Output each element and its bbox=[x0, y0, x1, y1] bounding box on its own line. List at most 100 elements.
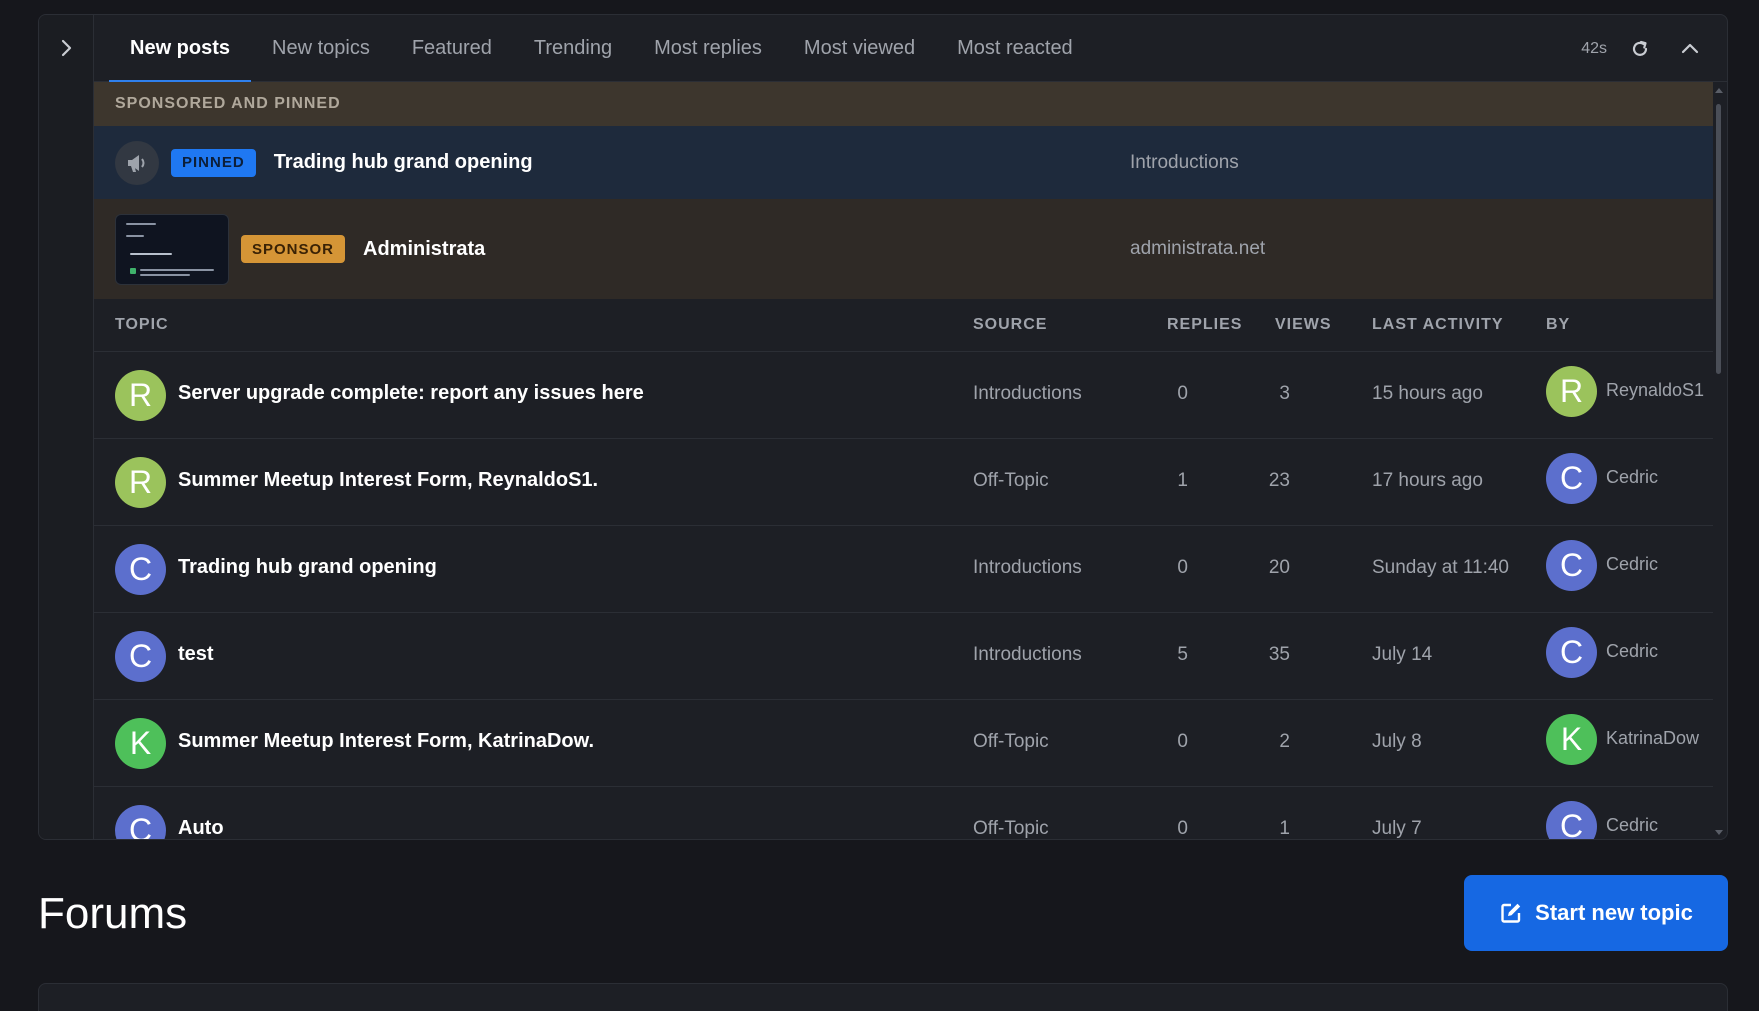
expand-sidebar-button[interactable] bbox=[39, 15, 94, 81]
topic-row[interactable]: C Trading hub grand opening Introductions 0… bbox=[94, 526, 1713, 613]
topic-row[interactable]: Ctest Introductions 5 35 July 14 C Cedric bbox=[94, 613, 1713, 700]
tab-new-topics[interactable]: New topics bbox=[251, 15, 391, 82]
pinned-title[interactable]: Trading hub grand opening bbox=[274, 151, 533, 174]
start-new-topic-label: Start new topic bbox=[1535, 900, 1693, 925]
megaphone-icon bbox=[115, 140, 159, 185]
author-avatar[interactable]: K bbox=[115, 718, 166, 769]
sponsor-source[interactable]: administrata.net bbox=[1130, 238, 1265, 260]
tab-list: New posts New topics Featured Trending Most … bbox=[109, 15, 1094, 83]
sidebar-column bbox=[39, 15, 94, 839]
topic-last-activity[interactable]: July 8 bbox=[1372, 731, 1422, 753]
tab-most-replies[interactable]: Most replies bbox=[633, 15, 783, 82]
edit-icon bbox=[1501, 903, 1521, 923]
author-avatar[interactable]: R bbox=[115, 370, 166, 421]
scroll-thumb[interactable] bbox=[1716, 104, 1721, 374]
column-replies: REPLIES bbox=[1167, 316, 1243, 333]
topic-last-activity[interactable]: Sunday at 11:40 bbox=[1372, 557, 1509, 579]
column-views: VIEWS bbox=[1275, 316, 1332, 333]
refresh-icon bbox=[1632, 40, 1648, 56]
tab-most-viewed[interactable]: Most viewed bbox=[783, 15, 936, 82]
column-by: BY bbox=[1546, 316, 1571, 333]
scroll-up-arrow[interactable] bbox=[1715, 88, 1723, 93]
author-avatar[interactable]: C bbox=[115, 631, 166, 682]
topic-last-activity[interactable]: 15 hours ago bbox=[1372, 383, 1483, 405]
topic-title[interactable]: Trading hub grand opening bbox=[178, 556, 437, 579]
sponsor-row[interactable]: SPONSOR Administrata administrata.net bbox=[94, 199, 1713, 299]
column-source: SOURCE bbox=[973, 316, 1048, 333]
scroll-down-arrow[interactable] bbox=[1715, 830, 1723, 835]
start-new-topic-button[interactable]: Start new topic bbox=[1464, 875, 1728, 951]
sponsor-title[interactable]: Administrata bbox=[363, 238, 485, 261]
forums-heading: Forums bbox=[38, 889, 188, 938]
sponsor-badge: SPONSOR bbox=[241, 235, 346, 263]
chevron-up-icon bbox=[1681, 43, 1699, 53]
topic-table-header: TOPIC SOURCE REPLIES VIEWS LAST ACTIVITY… bbox=[94, 299, 1713, 352]
author-avatar[interactable]: C bbox=[115, 544, 166, 595]
topic-replies: 0 bbox=[1177, 818, 1188, 839]
last-poster-name[interactable]: Cedric bbox=[1606, 554, 1658, 575]
refresh-button[interactable] bbox=[1623, 32, 1657, 66]
topic-row[interactable]: C Auto Off-Topic 0 1 July 7 C Cedric bbox=[94, 787, 1713, 839]
tab-most-reacted[interactable]: Most reacted bbox=[936, 15, 1094, 82]
topic-last-activity[interactable]: 17 hours ago bbox=[1372, 470, 1483, 492]
column-last-activity: LAST ACTIVITY bbox=[1372, 316, 1504, 333]
topic-replies: 0 bbox=[1177, 557, 1188, 578]
topic-last-activity[interactable]: July 7 bbox=[1372, 818, 1422, 839]
scrollbar[interactable] bbox=[1711, 82, 1727, 839]
topic-rows: R Server upgrade complete: report any iss… bbox=[94, 352, 1713, 839]
topic-source[interactable]: Off-Topic bbox=[973, 818, 1049, 839]
author-avatar[interactable]: C bbox=[115, 805, 166, 839]
author-avatar[interactable]: R bbox=[115, 457, 166, 508]
tab-bar: New posts New topics Featured Trending Most … bbox=[94, 15, 1727, 83]
pinned-badge: PINNED bbox=[171, 148, 256, 177]
topic-views: 2 bbox=[1279, 731, 1290, 752]
topic-row[interactable]: R Server upgrade complete: report any iss… bbox=[94, 352, 1713, 439]
chevron-right-icon bbox=[61, 39, 71, 57]
collapse-button[interactable] bbox=[1673, 32, 1707, 66]
topic-views: 35 bbox=[1268, 644, 1290, 665]
topic-views: 1 bbox=[1279, 818, 1290, 839]
last-poster-avatar[interactable]: R bbox=[1546, 366, 1597, 417]
last-poster-name[interactable]: KatrinaDow bbox=[1606, 728, 1699, 749]
topic-source[interactable]: Off-Topic bbox=[973, 470, 1049, 492]
topic-title[interactable]: Auto bbox=[178, 817, 224, 839]
topic-title[interactable]: Summer Meetup Interest Form, KatrinaDow. bbox=[178, 730, 594, 753]
last-poster-avatar[interactable]: C bbox=[1546, 801, 1597, 839]
refresh-timer: 42s bbox=[1581, 39, 1607, 57]
topic-title[interactable]: Summer Meetup Interest Form, ReynaldoS1. bbox=[178, 469, 598, 492]
last-poster-avatar[interactable]: C bbox=[1546, 540, 1597, 591]
last-poster-avatar[interactable]: C bbox=[1546, 627, 1597, 678]
tab-trending[interactable]: Trending bbox=[513, 15, 633, 82]
topic-title[interactable]: test bbox=[178, 643, 214, 666]
topic-views: 20 bbox=[1268, 557, 1290, 578]
topics-widget: New posts New topics Featured Trending Most … bbox=[38, 14, 1728, 840]
topic-replies: 0 bbox=[1177, 731, 1188, 752]
topic-row[interactable]: K Summer Meetup Interest Form, KatrinaDow… bbox=[94, 700, 1713, 787]
tab-new-posts[interactable]: New posts bbox=[109, 15, 252, 83]
topic-views: 3 bbox=[1279, 383, 1290, 404]
topic-replies: 5 bbox=[1177, 644, 1188, 665]
topic-replies: 0 bbox=[1177, 383, 1188, 404]
topic-views: 23 bbox=[1268, 470, 1290, 491]
pinned-row[interactable]: PINNED Trading hub grand opening Introdu… bbox=[94, 126, 1713, 199]
last-poster-name[interactable]: Cedric bbox=[1606, 641, 1658, 662]
topic-source[interactable]: Introductions bbox=[973, 644, 1082, 666]
topic-replies: 1 bbox=[1177, 470, 1188, 491]
last-poster-name[interactable]: ReynaldoS1 bbox=[1606, 380, 1704, 401]
last-poster-name[interactable]: Cedric bbox=[1606, 467, 1658, 488]
topic-source[interactable]: Introductions bbox=[973, 557, 1082, 579]
column-topic: TOPIC bbox=[115, 316, 169, 333]
tab-featured[interactable]: Featured bbox=[391, 15, 513, 82]
topics-list: SPONSORED AND PINNED PINNED Trading hub … bbox=[94, 82, 1713, 839]
forums-panel bbox=[38, 983, 1728, 1011]
last-poster-avatar[interactable]: K bbox=[1546, 714, 1597, 765]
topic-last-activity[interactable]: July 14 bbox=[1372, 644, 1432, 666]
last-poster-name[interactable]: Cedric bbox=[1606, 815, 1658, 836]
sponsor-thumbnail[interactable] bbox=[115, 213, 229, 285]
topic-title[interactable]: Server upgrade complete: report any issu… bbox=[178, 382, 644, 405]
topic-source[interactable]: Off-Topic bbox=[973, 731, 1049, 753]
pinned-source[interactable]: Introductions bbox=[1130, 152, 1239, 174]
topic-source[interactable]: Introductions bbox=[973, 383, 1082, 405]
last-poster-avatar[interactable]: C bbox=[1546, 453, 1597, 504]
topic-row[interactable]: R Summer Meetup Interest Form, ReynaldoS1… bbox=[94, 439, 1713, 526]
